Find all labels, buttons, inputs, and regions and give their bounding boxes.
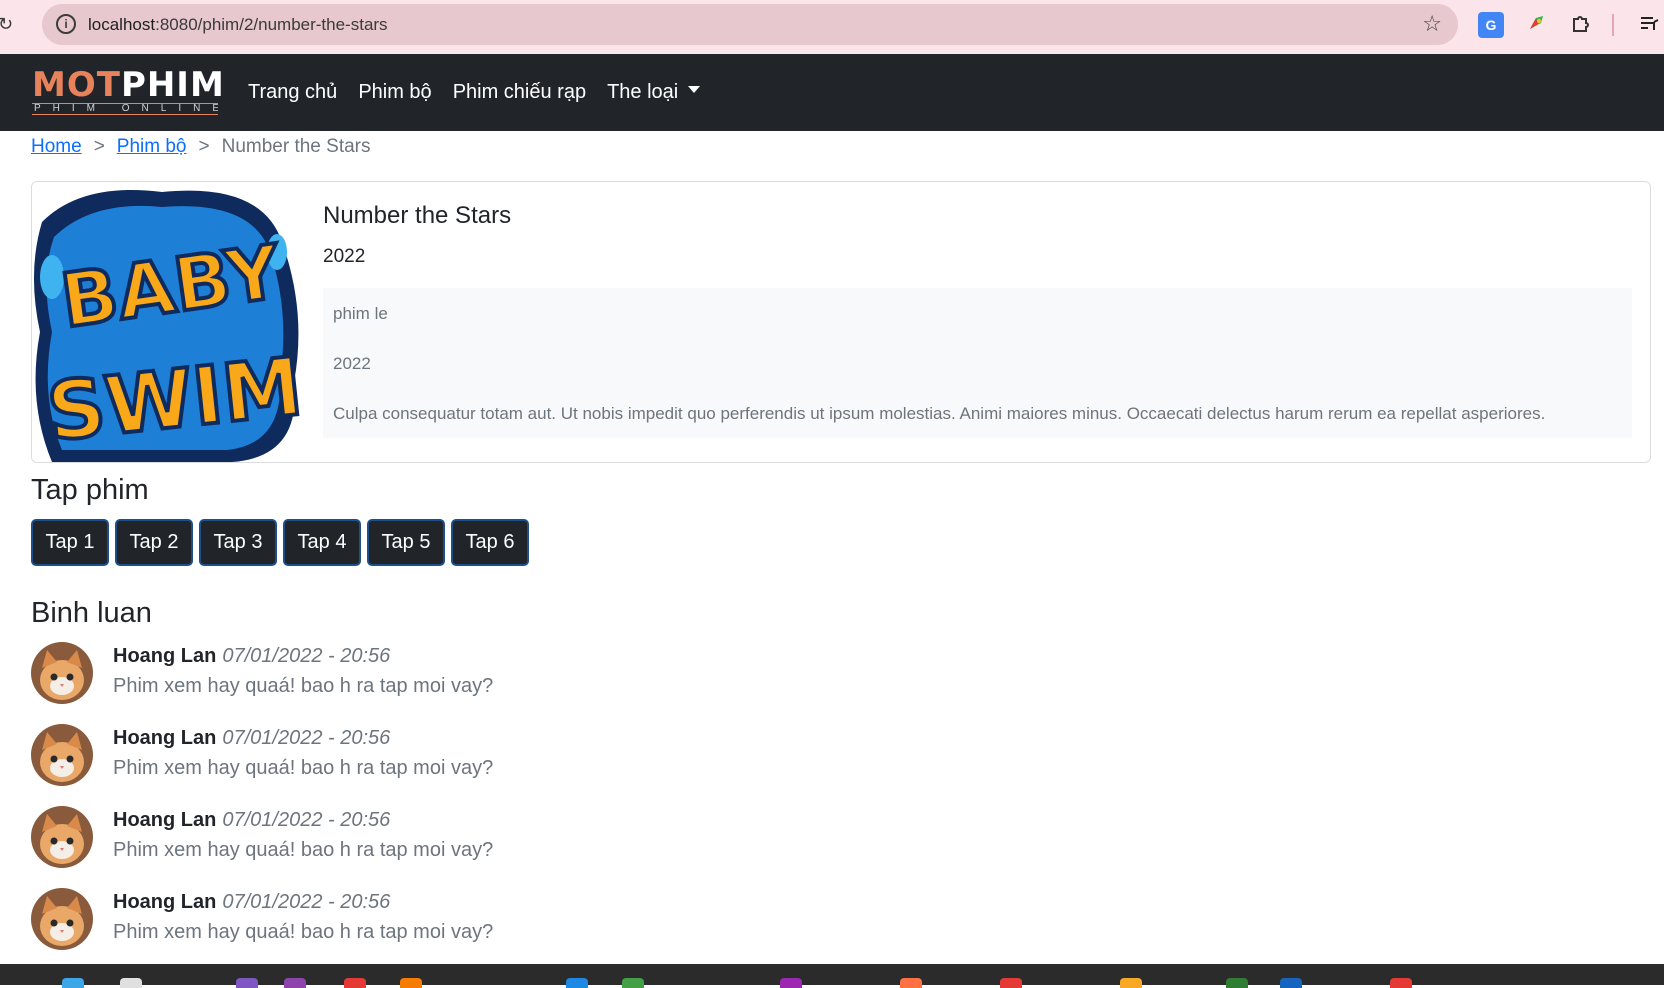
- comment-text: Phim xem hay quaá! bao h ra tap moi vay?: [113, 675, 494, 697]
- app-icon[interactable]: [400, 978, 422, 988]
- nav-menu: Trang chủ Phim bộ Phim chiếu rạp The loạ…: [248, 81, 721, 104]
- os-taskbar: [0, 964, 1664, 988]
- comment-author: Hoang Lan: [113, 645, 217, 667]
- browser-toolbar: ↻ i localhost:8080/phim/2/number-the-sta…: [0, 0, 1664, 54]
- breadcrumb: Home > Phim bộ > Number the Stars: [31, 136, 371, 158]
- comment-list: Hoang Lan 07/01/2022 - 20:56 Phim xem hay…: [31, 640, 731, 968]
- app-icon[interactable]: [1226, 978, 1248, 988]
- app-icon[interactable]: [284, 978, 306, 988]
- breadcrumb-home[interactable]: Home: [31, 136, 82, 158]
- comment-text: Phim xem hay quaá! bao h ra tap moi vay?: [113, 839, 494, 861]
- app-icon[interactable]: [236, 978, 258, 988]
- caret-down-icon: [688, 86, 701, 94]
- app-icon[interactable]: [1120, 978, 1142, 988]
- comment-item: Hoang Lan 07/01/2022 - 20:56 Phim xem hay…: [31, 886, 731, 968]
- movie-detail-year: 2022: [333, 354, 371, 373]
- notification-icon[interactable]: [1390, 978, 1412, 988]
- search-icon[interactable]: [120, 978, 142, 988]
- avatar: [31, 724, 93, 786]
- site-info-icon[interactable]: i: [56, 14, 76, 34]
- address-bar[interactable]: i localhost:8080/phim/2/number-the-stars…: [42, 4, 1458, 45]
- nav-link-cinema[interactable]: Phim chiếu rạp: [453, 81, 586, 104]
- nav-dropdown-genre-label: The loại: [607, 81, 679, 103]
- movie-details-box: phim le 2022 Culpa consequatur totam aut…: [323, 288, 1632, 438]
- breadcrumb-separator: >: [198, 136, 210, 157]
- start-menu-icon[interactable]: [62, 978, 84, 988]
- episode-button-6[interactable]: Tap 6: [451, 519, 529, 566]
- toolbar-divider: [1612, 14, 1614, 36]
- browser-app-icon[interactable]: [1000, 978, 1022, 988]
- breadcrumb-separator: >: [93, 136, 105, 157]
- breadcrumb-current: Number the Stars: [221, 136, 371, 157]
- color-picker-extension-icon[interactable]: [1524, 12, 1550, 38]
- comment-text: Phim xem hay quaá! bao h ra tap moi vay?: [113, 757, 494, 779]
- extensions-puzzle-icon[interactable]: [1568, 12, 1594, 38]
- movie-title: Number the Stars: [323, 202, 512, 229]
- episode-button-3[interactable]: Tap 3: [199, 519, 277, 566]
- app-icon[interactable]: [900, 978, 922, 988]
- episode-button-2[interactable]: Tap 2: [115, 519, 193, 566]
- comment-author: Hoang Lan: [113, 809, 217, 831]
- episode-button-1[interactable]: Tap 1: [31, 519, 109, 566]
- episodes-heading: Tap phim: [31, 474, 149, 506]
- comment-timestamp: 07/01/2022 - 20:56: [222, 891, 391, 913]
- comment-author: Hoang Lan: [113, 891, 217, 913]
- nav-link-home[interactable]: Trang chủ: [248, 81, 337, 104]
- reading-list-icon[interactable]: [1636, 12, 1662, 38]
- comment-item: Hoang Lan 07/01/2022 - 20:56 Phim xem hay…: [31, 804, 731, 886]
- bookmark-star-icon[interactable]: ☆: [1422, 11, 1442, 37]
- movie-card: BABY SWIM Number the Stars 2022 phim le …: [31, 181, 1651, 463]
- app-icon[interactable]: [780, 978, 802, 988]
- movie-poster: BABY SWIM: [32, 182, 309, 462]
- comments-heading: Binh luan: [31, 597, 152, 629]
- comment-timestamp: 07/01/2022 - 20:56: [222, 809, 391, 831]
- google-translate-icon[interactable]: G: [1478, 12, 1504, 38]
- episode-button-5[interactable]: Tap 5: [367, 519, 445, 566]
- comment-item: Hoang Lan 07/01/2022 - 20:56 Phim xem hay…: [31, 640, 731, 722]
- app-icon[interactable]: [1280, 978, 1302, 988]
- site-logo[interactable]: MOTPHIM PHIM ONLINE: [32, 68, 224, 116]
- avatar: [31, 888, 93, 950]
- episode-list: Tap 1 Tap 2 Tap 3 Tap 4 Tap 5 Tap 6: [31, 519, 535, 566]
- top-navbar: MOTPHIM PHIM ONLINE Trang chủ Phim bộ Ph…: [0, 54, 1664, 131]
- comment-text: Phim xem hay quaá! bao h ra tap moi vay?: [113, 921, 494, 943]
- comment-author: Hoang Lan: [113, 727, 217, 749]
- app-icon[interactable]: [566, 978, 588, 988]
- comment-timestamp: 07/01/2022 - 20:56: [222, 645, 391, 667]
- comment-item: Hoang Lan 07/01/2022 - 20:56 Phim xem hay…: [31, 722, 731, 804]
- movie-year: 2022: [323, 246, 366, 267]
- movie-category: phim le: [333, 304, 388, 323]
- episode-button-4[interactable]: Tap 4: [283, 519, 361, 566]
- nav-link-series[interactable]: Phim bộ: [358, 81, 431, 104]
- reload-icon[interactable]: ↻: [0, 14, 20, 36]
- breadcrumb-series[interactable]: Phim bộ: [117, 136, 187, 158]
- comment-timestamp: 07/01/2022 - 20:56: [222, 727, 391, 749]
- movie-description: Culpa consequatur totam aut. Ut nobis im…: [333, 404, 1546, 423]
- url-text[interactable]: localhost:8080/phim/2/number-the-stars: [88, 15, 388, 35]
- app-icon[interactable]: [344, 978, 366, 988]
- avatar: [31, 642, 93, 704]
- app-icon[interactable]: [622, 978, 644, 988]
- nav-dropdown-genre[interactable]: The loại: [607, 81, 701, 104]
- movie-info: Number the Stars 2022 phim le 2022 Culpa…: [323, 202, 1633, 438]
- avatar: [31, 806, 93, 868]
